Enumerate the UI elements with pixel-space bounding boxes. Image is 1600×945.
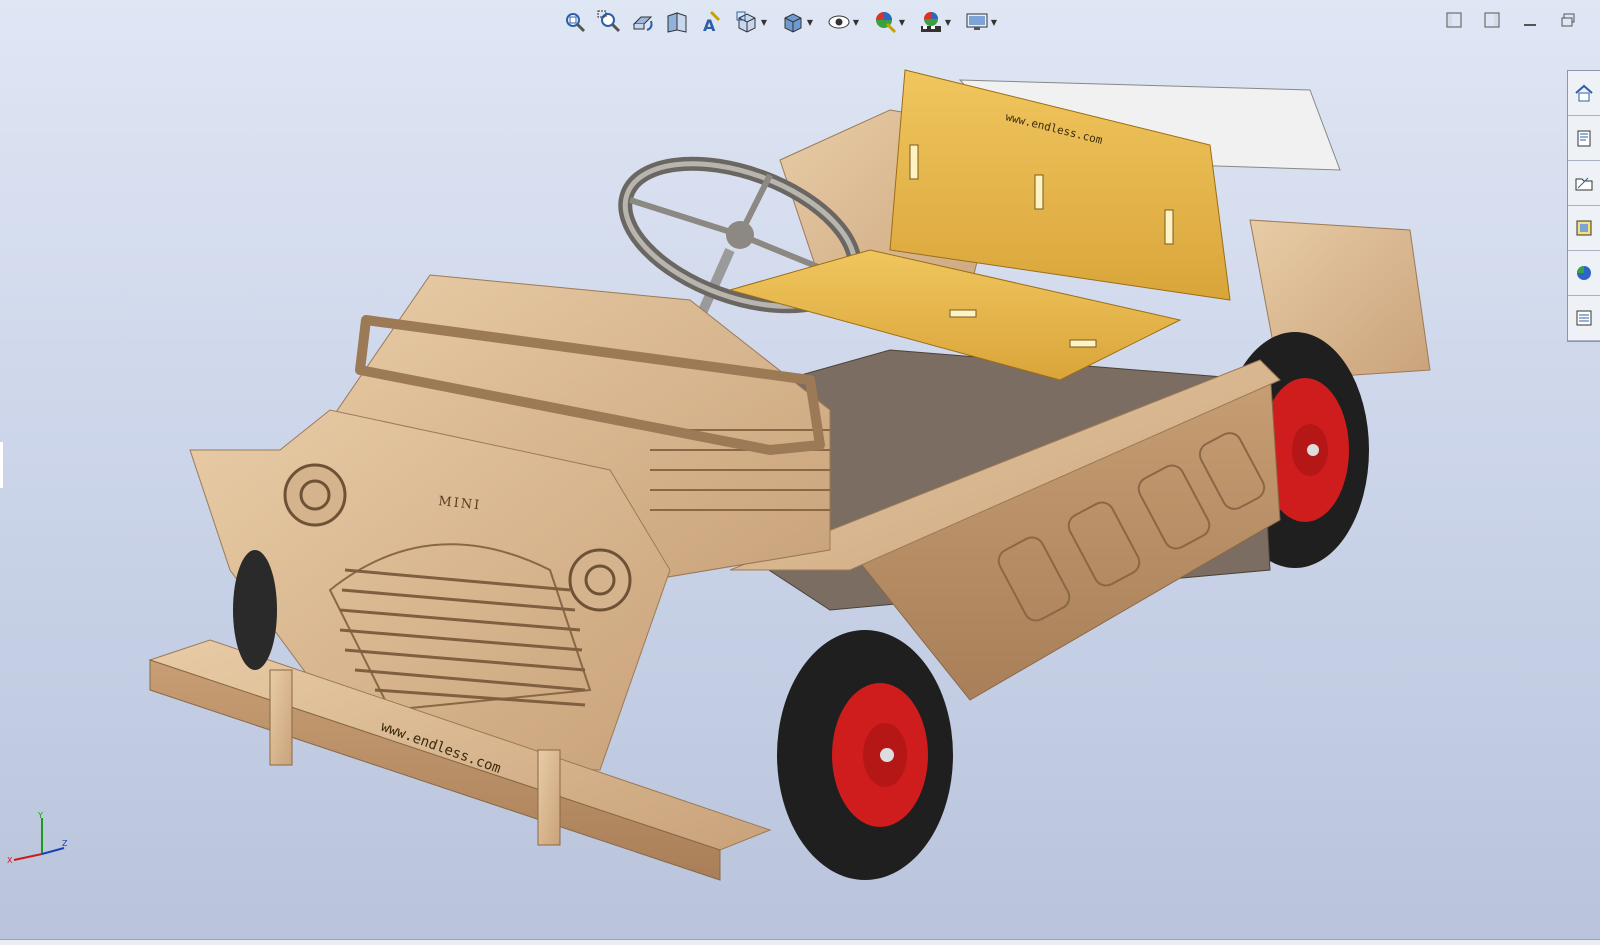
display-style-icon (784, 13, 802, 33)
home-icon[interactable] (1568, 71, 1600, 116)
split-vertical-icon[interactable] (1444, 10, 1464, 30)
panel-collapse-handle[interactable] (0, 442, 3, 488)
restore-icon[interactable] (1558, 10, 1578, 30)
hide-show-items-icon (828, 15, 850, 29)
chevron-down-icon: ▼ (806, 17, 814, 27)
view-orientation-dropdown[interactable]: ▼ (730, 7, 772, 37)
heads-up-view-toolbar: A ▼ ▼ ▼ ▼ ▼ ▼ (560, 6, 1002, 38)
front-right-wheel (777, 630, 953, 880)
apply-scene-icon (920, 12, 941, 32)
reference-triad: Y X Z (7, 811, 68, 865)
task-pane (1567, 70, 1600, 342)
front-left-wheel (233, 550, 277, 670)
chevron-down-icon: ▼ (944, 17, 952, 27)
hide-show-items-dropdown[interactable]: ▼ (822, 7, 864, 37)
split-horizontal-icon[interactable] (1482, 10, 1502, 30)
triad-y-label: Y (37, 811, 43, 820)
chevron-down-icon: ▼ (852, 17, 860, 27)
status-strip (0, 939, 1600, 945)
graphics-area[interactable]: A ▼ ▼ ▼ ▼ ▼ ▼ www.endless.com MINI www.e… (0, 0, 1600, 940)
svg-text:A: A (703, 16, 716, 34)
zoom-to-area-icon[interactable] (594, 7, 624, 37)
view-orientation-icon (736, 11, 756, 33)
apply-scene-dropdown[interactable]: ▼ (914, 7, 956, 37)
window-controls (1444, 10, 1578, 30)
model-3d-car[interactable]: www.endless.com MINI www.endless.com (130, 50, 1510, 910)
triad-z-label: Z (62, 839, 68, 848)
zoom-to-fit-icon[interactable] (560, 7, 590, 37)
section-view-icon[interactable] (662, 7, 692, 37)
triad-x-label: X (7, 856, 13, 865)
design-library-icon[interactable] (1568, 116, 1600, 161)
edit-appearance-dropdown[interactable]: ▼ (868, 7, 910, 37)
custom-properties-icon[interactable] (1568, 296, 1600, 341)
appearances-icon[interactable] (1568, 251, 1600, 296)
file-explorer-icon[interactable] (1568, 161, 1600, 206)
display-style-dropdown[interactable]: ▼ (776, 7, 818, 37)
dynamic-annotation-icon[interactable]: A (696, 7, 726, 37)
minimize-icon[interactable] (1520, 10, 1540, 30)
previous-view-icon[interactable] (628, 7, 658, 37)
view-palette-icon[interactable] (1568, 206, 1600, 251)
chevron-down-icon: ▼ (760, 17, 768, 27)
chevron-down-icon: ▼ (990, 17, 998, 27)
view-settings-icon (966, 13, 988, 30)
edit-appearance-icon (875, 12, 896, 34)
chevron-down-icon: ▼ (898, 17, 906, 27)
view-settings-dropdown[interactable]: ▼ (960, 7, 1002, 37)
